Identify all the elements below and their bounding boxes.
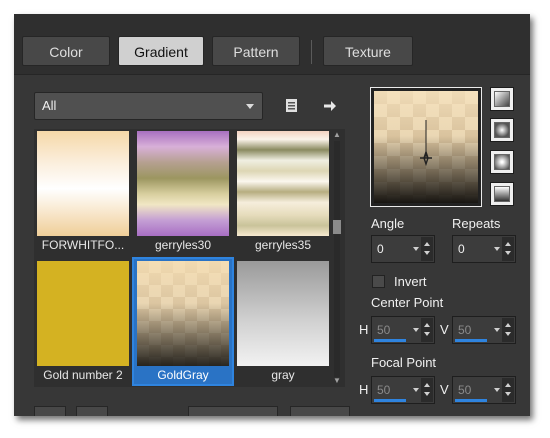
center-v-value: 50 [458, 323, 472, 337]
gradient-name: FORWHITFO... [41, 238, 125, 252]
focal-v-dropdown[interactable] [493, 378, 501, 402]
document-icon [286, 99, 297, 112]
center-v-slider-fill [455, 339, 487, 342]
focal-h-stepper[interactable] [421, 378, 433, 402]
focal-h-value: 50 [377, 383, 391, 397]
browse-folder-button[interactable] [280, 94, 304, 118]
gradient-thumbnail [137, 131, 229, 236]
center-v-dropdown[interactable] [493, 318, 501, 342]
rectangular-gradient-icon [494, 122, 510, 138]
tab-texture[interactable]: Texture [323, 36, 413, 66]
tab-pattern[interactable]: Pattern [212, 36, 300, 66]
scrollbar-track [334, 141, 340, 377]
open-resource-button[interactable] [318, 94, 342, 118]
radial-gradient-icon [494, 186, 510, 202]
focal-v-spinner[interactable]: 50 [452, 376, 516, 404]
gradient-item-gold-number-2[interactable]: Gold number 2 [34, 259, 132, 384]
center-h-stepper[interactable] [421, 318, 433, 342]
gradient-name: GoldGray [157, 368, 209, 382]
gradient-thumbnail [37, 131, 129, 236]
gradient-thumbnail [237, 131, 329, 236]
angle-dropdown[interactable] [412, 237, 420, 261]
focal-v-stepper[interactable] [502, 378, 514, 402]
gradient-name: gerryles30 [154, 238, 212, 252]
gradient-item-gerryles30[interactable]: gerryles30 [134, 129, 232, 254]
gradient-angle-handle-icon[interactable] [418, 118, 434, 166]
gradient-item-forwhitfo[interactable]: FORWHITFO... [34, 129, 132, 254]
scroll-down-icon[interactable]: ▼ [332, 377, 342, 385]
category-dropdown[interactable]: All [34, 92, 263, 120]
center-v-stepper[interactable] [502, 318, 514, 342]
repeats-stepper[interactable] [502, 237, 514, 261]
focal-h-spinner[interactable]: 50 [371, 376, 435, 404]
bottom-toolbar-button-3[interactable] [188, 406, 278, 416]
scroll-up-icon[interactable]: ▲ [332, 131, 342, 139]
material-properties-dialog: Color Gradient Pattern Texture All FORWH… [14, 14, 530, 416]
chevron-down-icon [246, 104, 254, 109]
gradient-thumbnail [37, 261, 129, 366]
gradient-item-gray[interactable]: gray [234, 259, 332, 384]
sunburst-style-button[interactable] [490, 150, 514, 174]
gradient-name: gray [271, 368, 295, 382]
scrollbar-thumb[interactable] [333, 220, 341, 234]
center-h-dropdown[interactable] [412, 318, 420, 342]
category-dropdown-value: All [42, 98, 57, 113]
center-v-label: V [440, 322, 449, 337]
center-h-slider-fill [374, 339, 406, 342]
gradient-grid-scrollbar[interactable]: ▲ ▼ [331, 131, 343, 387]
sunburst-gradient-icon [494, 154, 510, 170]
tab-color[interactable]: Color [22, 36, 110, 66]
angle-spinner[interactable]: 0 [371, 235, 435, 263]
arrow-right-icon [324, 101, 336, 111]
repeats-spinner[interactable]: 0 [452, 235, 516, 263]
bottom-toolbar-button-4[interactable] [290, 406, 350, 416]
radial-style-button[interactable] [490, 182, 514, 206]
center-h-value: 50 [377, 323, 391, 337]
gradient-name: gerryles35 [254, 238, 312, 252]
center-v-spinner[interactable]: 50 [452, 316, 516, 344]
focal-h-slider-fill [374, 399, 406, 402]
rectangular-style-button[interactable] [490, 118, 514, 142]
gradient-thumbnail [137, 261, 229, 366]
gradient-name: Gold number 2 [43, 368, 123, 382]
repeats-value: 0 [458, 242, 465, 256]
center-h-spinner[interactable]: 50 [371, 316, 435, 344]
center-h-label: H [359, 322, 369, 337]
gradient-thumbnail [237, 261, 329, 366]
linear-style-button[interactable] [490, 87, 514, 111]
focal-h-label: H [359, 382, 369, 397]
angle-label: Angle [371, 216, 405, 231]
focal-v-value: 50 [458, 383, 472, 397]
invert-label[interactable]: Invert [394, 274, 427, 289]
focal-v-slider-fill [455, 399, 487, 402]
tab-bar: Color Gradient Pattern Texture [14, 14, 530, 75]
tab-gradient[interactable]: Gradient [118, 36, 204, 66]
angle-stepper[interactable] [421, 237, 433, 261]
repeats-label: Repeats [452, 216, 501, 231]
bottom-toolbar-button-2[interactable] [76, 406, 108, 416]
linear-gradient-icon [494, 91, 510, 107]
angle-value: 0 [377, 242, 384, 256]
focal-v-label: V [440, 382, 449, 397]
gradient-item-gerryles35[interactable]: gerryles35 [234, 129, 332, 254]
repeats-dropdown[interactable] [493, 237, 501, 261]
focal-h-dropdown[interactable] [412, 378, 420, 402]
invert-checkbox[interactable] [372, 275, 385, 288]
bottom-toolbar-button-1[interactable] [34, 406, 66, 416]
gradient-preview[interactable] [370, 87, 482, 207]
tab-separator [311, 40, 312, 64]
focal-point-label: Focal Point [371, 355, 437, 370]
center-point-label: Center Point [371, 295, 444, 310]
gradient-item-goldgray[interactable]: GoldGray [132, 257, 234, 386]
gradient-grid: FORWHITFO... gerryles30 gerryles35 Gold … [34, 129, 345, 387]
